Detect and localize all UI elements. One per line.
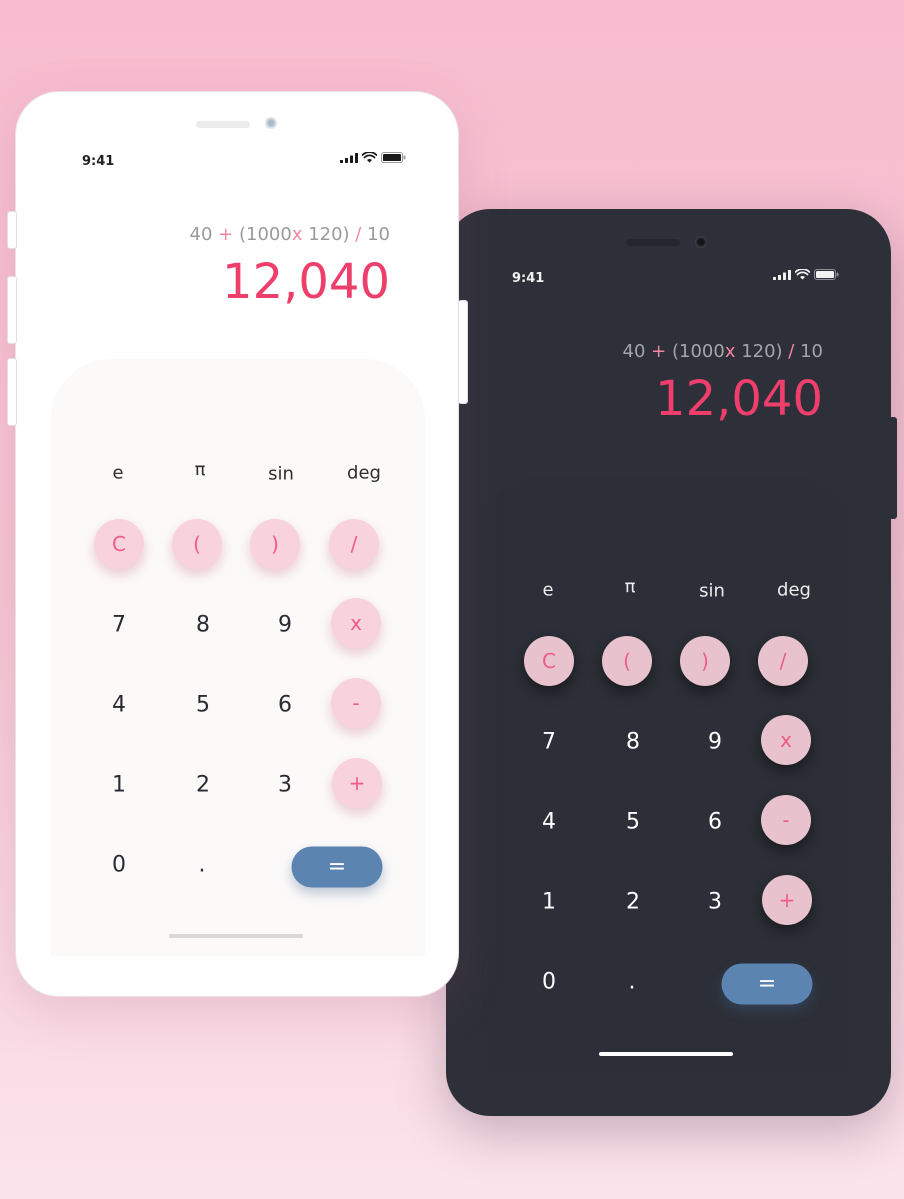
- home-indicator[interactable]: [599, 1052, 733, 1056]
- expression-operand: (1000: [671, 341, 725, 362]
- decimal-point-button[interactable]: .: [629, 970, 636, 995]
- digit-9-button[interactable]: 9: [278, 613, 292, 638]
- digit-5-button[interactable]: 5: [626, 810, 640, 835]
- expression-operand: 120): [302, 224, 350, 245]
- pi-key[interactable]: π: [625, 577, 636, 598]
- mute-switch: [7, 211, 17, 249]
- battery-icon: [381, 152, 406, 163]
- open-paren-button[interactable]: (: [172, 519, 222, 569]
- wifi-icon: [362, 152, 377, 163]
- expression-display: 40 + (1000x 120) / 10: [623, 341, 823, 362]
- expression-display: 40 + (1000x 120) / 10: [190, 224, 390, 245]
- clear-button[interactable]: C: [94, 519, 144, 569]
- digit-3-button[interactable]: 3: [708, 890, 722, 915]
- digit-9-button[interactable]: 9: [708, 730, 722, 755]
- decimal-point-button[interactable]: .: [199, 853, 206, 878]
- wifi-icon: [795, 269, 810, 280]
- expression-operator: x: [724, 341, 736, 362]
- sin-key[interactable]: sin: [699, 581, 725, 602]
- volume-up-button: [7, 276, 17, 344]
- status-time: 9:41: [512, 271, 545, 286]
- digit-5-button[interactable]: 5: [196, 693, 210, 718]
- status-time: 9:41: [82, 154, 115, 169]
- keypad-panel: e π sin deg C ( ) / 7 8 9 x 4 5 6 - 1 2 …: [481, 476, 855, 1073]
- front-camera: [695, 236, 707, 248]
- status-icons: [773, 269, 839, 280]
- result-display: 12,040: [222, 254, 390, 310]
- light-phone: 9:41 40 + (1000x 120) / 10 12,040 e π si…: [7, 91, 468, 997]
- digit-1-button[interactable]: 1: [112, 773, 126, 798]
- power-button: [458, 300, 468, 404]
- digit-8-button[interactable]: 8: [626, 730, 640, 755]
- plus-button[interactable]: +: [762, 875, 812, 925]
- expression-operator: /: [349, 224, 368, 245]
- equals-button[interactable]: =: [721, 963, 813, 1005]
- digit-2-button[interactable]: 2: [196, 773, 210, 798]
- deg-key[interactable]: deg: [347, 463, 381, 484]
- expression-operand: 10: [367, 224, 390, 245]
- divide-button[interactable]: /: [329, 519, 379, 569]
- minus-button[interactable]: -: [331, 678, 381, 728]
- digit-7-button[interactable]: 7: [112, 613, 126, 638]
- digit-3-button[interactable]: 3: [278, 773, 292, 798]
- digit-7-button[interactable]: 7: [542, 730, 556, 755]
- pi-key[interactable]: π: [195, 460, 206, 481]
- keypad-panel: e π sin deg C ( ) / 7 8 9 x 4 5 6 - 1 2 …: [51, 359, 425, 956]
- digit-0-button[interactable]: 0: [112, 853, 126, 878]
- status-icons: [340, 152, 406, 163]
- plus-button[interactable]: +: [332, 758, 382, 808]
- digit-8-button[interactable]: 8: [196, 613, 210, 638]
- dark-phone: 9:41 40 + (1000x 120) / 10 12,040 e π si…: [446, 209, 897, 1116]
- deg-key[interactable]: deg: [777, 580, 811, 601]
- minus-button[interactable]: -: [761, 795, 811, 845]
- home-indicator[interactable]: [169, 934, 303, 938]
- multiply-button[interactable]: x: [331, 598, 381, 648]
- e-key[interactable]: e: [112, 463, 123, 484]
- close-paren-button[interactable]: ): [250, 519, 300, 569]
- digit-1-button[interactable]: 1: [542, 890, 556, 915]
- expression-operator: +: [212, 224, 239, 245]
- power-button: [889, 417, 897, 519]
- equals-button[interactable]: =: [291, 846, 383, 888]
- speaker-grille: [196, 121, 250, 128]
- expression-operand: (1000: [238, 224, 292, 245]
- clear-button[interactable]: C: [524, 636, 574, 686]
- digit-6-button[interactable]: 6: [708, 810, 722, 835]
- result-display: 12,040: [655, 371, 823, 427]
- expression-operand: 120): [735, 341, 783, 362]
- digit-6-button[interactable]: 6: [278, 693, 292, 718]
- digit-4-button[interactable]: 4: [542, 810, 556, 835]
- sin-key[interactable]: sin: [268, 464, 294, 485]
- cellular-signal-icon: [773, 269, 791, 280]
- expression-operator: +: [645, 341, 672, 362]
- front-camera: [265, 117, 277, 129]
- speaker-grille: [626, 239, 680, 246]
- close-paren-button[interactable]: ): [680, 636, 730, 686]
- multiply-button[interactable]: x: [761, 715, 811, 765]
- volume-down-button: [7, 358, 17, 426]
- cellular-signal-icon: [340, 152, 358, 163]
- divide-button[interactable]: /: [758, 636, 808, 686]
- digit-0-button[interactable]: 0: [542, 970, 556, 995]
- open-paren-button[interactable]: (: [602, 636, 652, 686]
- digit-2-button[interactable]: 2: [626, 890, 640, 915]
- expression-operand: 40: [622, 341, 646, 362]
- expression-operator: /: [782, 341, 801, 362]
- expression-operand: 40: [189, 224, 213, 245]
- e-key[interactable]: e: [542, 580, 553, 601]
- expression-operator: x: [291, 224, 303, 245]
- digit-4-button[interactable]: 4: [112, 693, 126, 718]
- battery-icon: [814, 269, 839, 280]
- expression-operand: 10: [800, 341, 823, 362]
